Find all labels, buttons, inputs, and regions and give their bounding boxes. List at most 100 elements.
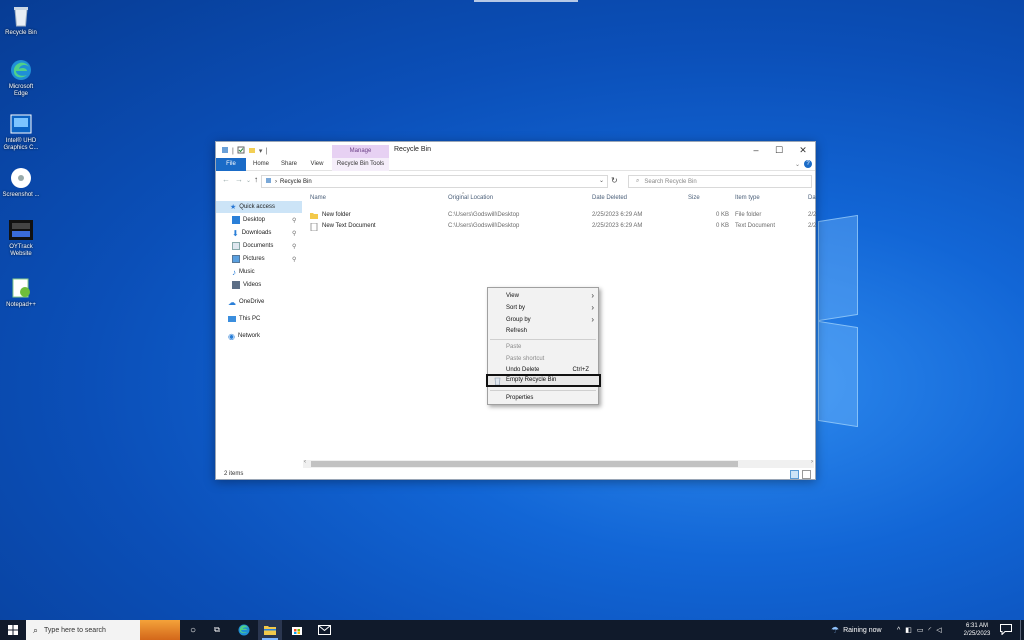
show-hidden-icons-chevron-icon[interactable]: ^ xyxy=(897,627,900,634)
table-row[interactable]: New folder C:\Users\Godswill\Desktop 2/2… xyxy=(305,211,817,222)
back-arrow-icon[interactable]: ← xyxy=(222,175,230,184)
recent-locations-chevron-icon[interactable]: ⌄ xyxy=(246,177,251,184)
taskbar-search-box[interactable]: ⌕ Type here to search xyxy=(26,620,180,640)
row-date: 2/25/2023 6:29 AM xyxy=(592,223,643,229)
tab-view[interactable]: View xyxy=(307,158,327,171)
column-original-location[interactable]: Original Location xyxy=(448,195,493,206)
cortana-icon[interactable]: ○ xyxy=(181,620,205,640)
column-size[interactable]: Size xyxy=(688,195,700,206)
properties-qat-icon[interactable] xyxy=(237,146,245,156)
tab-home[interactable]: Home xyxy=(249,158,273,171)
forward-arrow-icon[interactable]: → xyxy=(235,175,243,184)
task-view-icon[interactable]: ⧉ xyxy=(205,620,229,640)
address-dropdown-icon[interactable]: ⌄ xyxy=(599,177,604,184)
column-name[interactable]: Name xyxy=(310,195,326,206)
column-date-modified[interactable]: Da xyxy=(808,195,816,206)
nav-network[interactable]: ◉ Network xyxy=(228,330,302,342)
large-icons-view-icon[interactable] xyxy=(802,470,811,479)
nav-videos[interactable]: Videos xyxy=(232,279,302,291)
file-explorer-taskbar-icon[interactable] xyxy=(258,620,282,640)
nav-desktop[interactable]: Desktop ⚲ xyxy=(232,214,302,226)
text-document-icon xyxy=(310,222,318,233)
row-name: New Text Document xyxy=(322,223,376,229)
nav-this-pc[interactable]: This PC xyxy=(228,313,302,325)
menu-item-properties[interactable]: Properties xyxy=(488,393,600,404)
menu-item-paste-label: Paste xyxy=(506,344,522,350)
customize-qat-chevron-icon[interactable]: ▾ xyxy=(259,147,263,155)
quick-access-toolbar: | ▾ | xyxy=(221,146,267,156)
menu-item-view[interactable]: View › xyxy=(488,291,600,302)
nav-documents[interactable]: Documents ⚲ xyxy=(232,240,302,252)
menu-item-refresh[interactable]: Refresh xyxy=(488,326,600,337)
scroll-left-arrow-icon[interactable]: ‹ xyxy=(304,459,306,465)
desktop-icon-intel-graphics[interactable]: Intel® UHD Graphics C... xyxy=(2,112,40,152)
mail-taskbar-icon[interactable] xyxy=(312,620,336,640)
menu-item-group-by[interactable]: Group by › xyxy=(488,315,600,326)
nav-videos-label: Videos xyxy=(243,282,262,288)
maximize-button[interactable]: ☐ xyxy=(767,144,791,156)
nav-pictures[interactable]: Pictures ⚲ xyxy=(232,253,302,265)
desktop-icon-notepadpp[interactable]: Notepad++ xyxy=(2,276,40,309)
row-name: New folder xyxy=(322,212,351,218)
clock-date: 2/25/2023 xyxy=(963,631,991,637)
volume-icon[interactable]: ◁ xyxy=(936,626,941,634)
edge-taskbar-icon[interactable] xyxy=(232,620,256,640)
search-icon: ⌕ xyxy=(636,178,640,184)
column-date-deleted[interactable]: Date Deleted xyxy=(592,195,627,206)
nav-onedrive[interactable]: ☁ OneDrive xyxy=(228,296,302,308)
context-menu: View › Sort by › Group by › Refresh Past… xyxy=(486,287,601,405)
nav-downloads[interactable]: ⬇ Downloads ⚲ xyxy=(232,227,302,239)
status-bar: 2 items xyxy=(216,469,815,480)
close-button[interactable]: ✕ xyxy=(791,144,815,156)
details-view-icon[interactable] xyxy=(790,470,799,479)
menu-separator xyxy=(490,390,596,391)
star-icon: ★ xyxy=(230,204,237,211)
taskbar-clock[interactable]: 6:31 AM 2/25/2023 xyxy=(960,622,994,638)
menu-item-sort-by[interactable]: Sort by › xyxy=(488,303,600,314)
taskbar: ⌕ Type here to search ○ ⧉ ☂ Raining now … xyxy=(0,620,1024,640)
videos-icon xyxy=(232,281,240,289)
new-folder-qat-icon[interactable] xyxy=(248,146,256,156)
search-placeholder: Search Recycle Bin xyxy=(644,178,697,185)
desktop-icon-edge[interactable]: Microsoft Edge xyxy=(2,58,40,98)
battery-icon[interactable]: ▭ xyxy=(917,626,924,634)
nav-quick-access[interactable]: ★ Quick access xyxy=(216,201,302,213)
desktop-icon-screenshot[interactable]: Screenshot ... xyxy=(2,166,40,199)
weather-widget[interactable]: ☂ Raining now xyxy=(831,620,882,640)
meet-now-icon[interactable]: ◧ xyxy=(905,626,912,634)
table-row[interactable]: New Text Document C:\Users\Godswill\Desk… xyxy=(305,222,816,233)
show-desktop-button[interactable] xyxy=(1020,620,1022,640)
tab-file[interactable]: File xyxy=(216,158,246,171)
breadcrumb[interactable]: Recycle Bin xyxy=(280,179,312,185)
expand-ribbon-chevron-icon[interactable]: ⌄ xyxy=(795,161,800,168)
refresh-icon[interactable]: ↻ xyxy=(611,176,618,185)
folder-icon xyxy=(310,212,318,221)
address-bar[interactable]: › Recycle Bin ⌄ xyxy=(261,175,608,188)
nav-pictures-label: Pictures xyxy=(243,256,265,262)
top-edge-highlight xyxy=(474,0,578,2)
nav-network-label: Network xyxy=(237,333,260,339)
desktop-icon-oytrack[interactable]: OYTrack Website xyxy=(2,218,40,258)
nav-music[interactable]: ♪ Music xyxy=(232,266,302,278)
qat-separator-2: | xyxy=(265,147,268,155)
tab-manage[interactable]: Manage xyxy=(332,145,389,158)
help-icon[interactable]: ? xyxy=(804,160,812,168)
tab-share[interactable]: Share xyxy=(278,158,300,171)
search-box[interactable]: ⌕ Search Recycle Bin xyxy=(628,175,812,188)
network-wifi-icon[interactable]: ◜ xyxy=(929,626,932,634)
tab-recycle-bin-tools[interactable]: Recycle Bin Tools xyxy=(332,158,389,171)
store-taskbar-icon[interactable] xyxy=(285,620,309,640)
weather-text: Raining now xyxy=(843,626,882,634)
row-extra: 2/2 xyxy=(808,212,817,218)
minimize-button[interactable]: – xyxy=(744,144,768,156)
scroll-right-arrow-icon[interactable]: › xyxy=(811,459,813,465)
up-arrow-icon[interactable]: ↑ xyxy=(254,175,258,184)
column-item-type[interactable]: Item type xyxy=(735,195,760,206)
start-button[interactable] xyxy=(0,620,26,640)
notification-center-icon[interactable] xyxy=(1000,624,1012,636)
scrollbar-thumb[interactable] xyxy=(311,461,738,467)
desktop-icon-recycle-bin[interactable]: Recycle Bin xyxy=(2,4,40,37)
horizontal-scrollbar[interactable]: ‹ › xyxy=(303,459,814,468)
search-highlight-illustration xyxy=(140,620,180,640)
menu-item-empty-recycle-bin[interactable]: Empty Recycle Bin xyxy=(486,374,601,387)
